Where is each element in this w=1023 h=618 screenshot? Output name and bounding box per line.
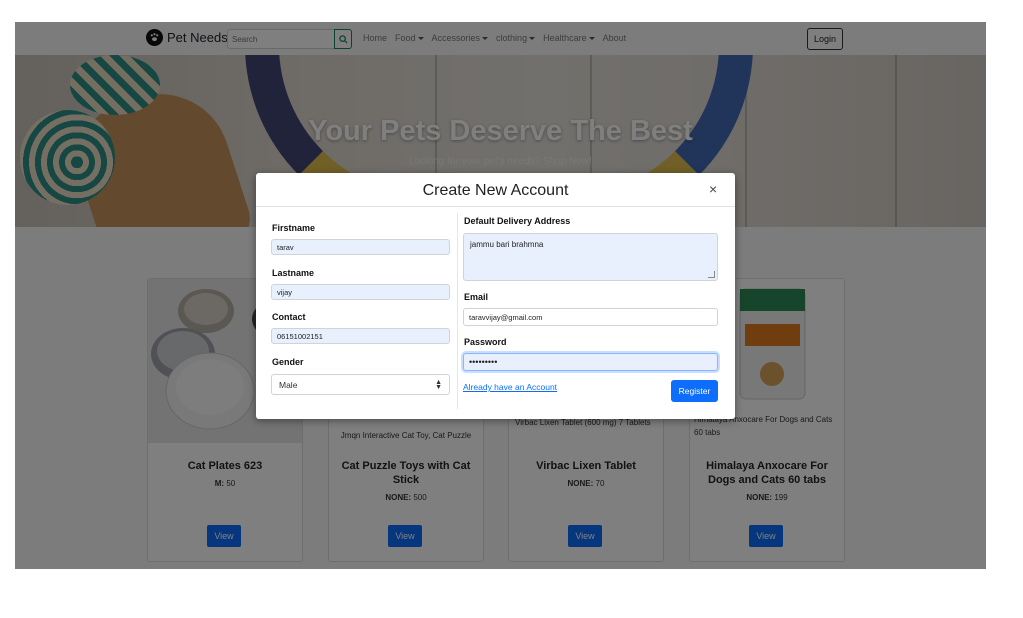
address-textarea[interactable]: jammu bari brahmna — [463, 233, 718, 281]
register-button[interactable]: Register — [671, 380, 718, 402]
contact-field[interactable]: 06151002151 — [271, 328, 450, 344]
email-field[interactable]: taravvijay@gmail.com — [463, 308, 718, 326]
create-account-modal: Create New Account × Firstname tarav Las… — [256, 173, 735, 419]
login-link[interactable]: Already have an Account — [463, 382, 557, 392]
column-divider — [457, 213, 458, 409]
contact-label: Contact — [272, 312, 306, 322]
close-icon[interactable]: × — [709, 182, 717, 196]
gender-value: Male — [279, 379, 298, 390]
address-label: Default Delivery Address — [464, 216, 571, 226]
password-field[interactable]: ••••••••• — [463, 353, 718, 371]
modal-header: Create New Account × — [256, 173, 735, 207]
firstname-label: Firstname — [272, 223, 316, 233]
firstname-field[interactable]: tarav — [271, 239, 450, 255]
lastname-label: Lastname — [272, 268, 315, 278]
address-value: jammu bari brahmna — [470, 240, 544, 249]
gender-select[interactable]: Male ▲ ▼ — [271, 374, 450, 395]
lastname-field[interactable]: vijay — [271, 284, 450, 300]
modal-title: Create New Account — [422, 182, 569, 199]
select-arrows-icon: ▲ ▼ — [435, 379, 442, 391]
gender-label: Gender — [272, 357, 304, 367]
resize-handle-icon[interactable] — [708, 271, 715, 278]
password-label: Password — [464, 337, 507, 347]
email-label: Email — [464, 292, 489, 302]
